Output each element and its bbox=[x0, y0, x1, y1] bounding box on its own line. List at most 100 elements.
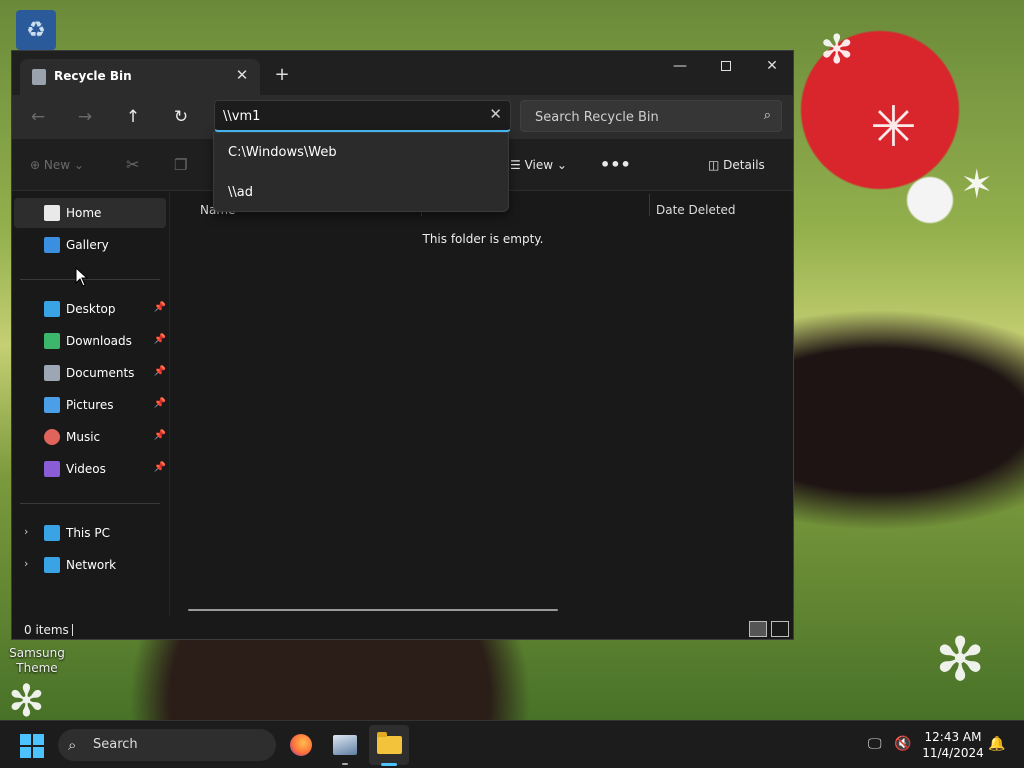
details-pane-button[interactable]: ◫ Details bbox=[708, 153, 765, 177]
notification-bell-icon[interactable]: 🔔 bbox=[988, 736, 1005, 752]
sidebar-item-label: Downloads bbox=[66, 334, 132, 348]
download-icon bbox=[44, 333, 60, 349]
snowflake-decoration: ✶ bbox=[960, 162, 994, 208]
tab-close-button[interactable]: ✕ bbox=[230, 63, 254, 87]
sidebar-item-label: Gallery bbox=[66, 238, 109, 252]
taskbar-search[interactable]: ⌕ Search bbox=[58, 729, 276, 761]
pictures-icon bbox=[44, 397, 60, 413]
desktop-recycle-bin[interactable]: ♻ bbox=[8, 10, 64, 50]
sidebar-item-downloads[interactable]: Downloads 📌 bbox=[14, 326, 166, 356]
column-separator[interactable] bbox=[649, 194, 650, 216]
address-bar[interactable]: ✕ bbox=[214, 100, 511, 132]
back-button[interactable]: ← bbox=[22, 103, 54, 131]
active-indicator bbox=[381, 763, 397, 766]
sidebar-divider bbox=[20, 279, 160, 280]
chevron-right-icon[interactable]: › bbox=[24, 525, 28, 538]
windows-logo-icon bbox=[33, 734, 44, 745]
see-more-button[interactable]: ••• bbox=[600, 153, 631, 177]
empty-folder-message: This folder is empty. bbox=[422, 232, 544, 246]
sidebar-divider bbox=[20, 503, 160, 504]
sidebar-item-label: Pictures bbox=[66, 398, 114, 412]
sidebar-item-music[interactable]: Music 📌 bbox=[14, 422, 166, 452]
sidebar-item-network[interactable]: › Network bbox=[14, 550, 166, 580]
new-button[interactable]: ⊕ New ⌄ bbox=[30, 153, 84, 177]
new-tab-button[interactable]: + bbox=[270, 63, 294, 87]
taskbar-photos[interactable] bbox=[325, 725, 365, 765]
navigation-pane: Home Gallery Desktop 📌 Downloads 📌 Docum… bbox=[12, 192, 172, 616]
column-header-date-deleted[interactable]: Date Deleted bbox=[656, 198, 736, 222]
pin-icon[interactable]: 📌 bbox=[154, 430, 166, 441]
network-icon bbox=[44, 557, 60, 573]
details-view-button[interactable] bbox=[749, 621, 767, 637]
view-lines-icon: ☰ bbox=[510, 158, 521, 172]
windows-logo-icon bbox=[33, 747, 44, 758]
title-bar: Recycle Bin ✕ + — ✕ bbox=[12, 51, 793, 95]
volume-muted-icon[interactable]: 🔇 bbox=[894, 736, 911, 752]
taskbar-firefox[interactable] bbox=[281, 725, 321, 765]
sidebar-item-home[interactable]: Home bbox=[14, 198, 166, 228]
recycle-bin-icon bbox=[32, 69, 46, 85]
network-icon[interactable]: 🖵 bbox=[868, 736, 882, 752]
tab-title: Recycle Bin bbox=[54, 69, 132, 83]
maximize-icon bbox=[721, 61, 731, 71]
pin-icon[interactable]: 📌 bbox=[154, 398, 166, 409]
home-icon bbox=[44, 205, 60, 221]
sidebar-item-this-pc[interactable]: › This PC bbox=[14, 518, 166, 548]
pin-icon[interactable]: 📌 bbox=[154, 462, 166, 473]
chevron-down-icon: ⌄ bbox=[556, 158, 567, 172]
close-window-button[interactable]: ✕ bbox=[749, 51, 793, 81]
taskbar-file-explorer[interactable] bbox=[369, 725, 409, 766]
sidebar-item-label: Videos bbox=[66, 462, 106, 476]
snowflake-decoration: ✻ bbox=[820, 27, 854, 73]
taskbar-search-label: Search bbox=[93, 737, 138, 752]
clock-date: 11/4/2024 bbox=[922, 746, 984, 760]
clear-address-button[interactable]: ✕ bbox=[489, 105, 502, 123]
taskbar: ⌕ Search 🖵 🔇 12:43 AM 11/4/2024 🔔 bbox=[0, 720, 1024, 768]
details-pane-icon: ◫ bbox=[708, 158, 720, 172]
pin-icon[interactable]: 📌 bbox=[154, 302, 166, 313]
desktop-theme-label[interactable]: Samsung Theme bbox=[4, 646, 70, 676]
sidebar-item-gallery[interactable]: Gallery bbox=[14, 230, 166, 260]
suggestion-item[interactable]: \\ad bbox=[214, 173, 508, 213]
photos-icon bbox=[333, 735, 357, 755]
suggestion-item[interactable]: C:\Windows\Web bbox=[214, 133, 508, 173]
sidebar-item-desktop[interactable]: Desktop 📌 bbox=[14, 294, 166, 324]
maximize-button[interactable] bbox=[703, 51, 749, 81]
sidebar-item-label: Desktop bbox=[66, 302, 116, 316]
pin-icon[interactable]: 📌 bbox=[154, 334, 166, 345]
recycle-bin-icon: ♻ bbox=[16, 10, 56, 50]
search-input[interactable] bbox=[535, 108, 735, 126]
sidebar-scrollbar[interactable] bbox=[169, 192, 170, 616]
forward-button[interactable]: → bbox=[69, 103, 101, 131]
snowflake-decoration: ✳ bbox=[870, 95, 917, 160]
search-box[interactable]: ⌕ bbox=[520, 100, 782, 132]
refresh-button[interactable]: ↻ bbox=[165, 103, 197, 131]
up-button[interactable]: ↑ bbox=[117, 103, 149, 131]
running-indicator bbox=[342, 763, 348, 765]
file-list: Name Date Deleted This folder is empty. bbox=[172, 192, 793, 616]
address-input[interactable] bbox=[223, 106, 473, 126]
sidebar-item-documents[interactable]: Documents 📌 bbox=[14, 358, 166, 388]
sidebar-item-label: Home bbox=[66, 206, 102, 220]
sidebar-item-pictures[interactable]: Pictures 📌 bbox=[14, 390, 166, 420]
this-pc-icon bbox=[44, 525, 60, 541]
snowflake-decoration: ✻ bbox=[935, 625, 986, 695]
start-button[interactable] bbox=[20, 734, 44, 758]
sidebar-item-label: Network bbox=[66, 558, 117, 572]
music-icon bbox=[44, 429, 60, 445]
clock[interactable]: 12:43 AM 11/4/2024 bbox=[918, 729, 988, 761]
tab-recycle-bin[interactable]: Recycle Bin ✕ bbox=[20, 59, 260, 95]
search-icon[interactable]: ⌕ bbox=[764, 108, 771, 123]
sidebar-item-videos[interactable]: Videos 📌 bbox=[14, 454, 166, 484]
view-button[interactable]: ☰ View ⌄ bbox=[510, 153, 567, 177]
copy-button[interactable]: ❐ bbox=[174, 153, 187, 177]
cut-button[interactable]: ✂ bbox=[126, 153, 139, 177]
sidebar-item-label: This PC bbox=[66, 526, 110, 540]
chevron-right-icon[interactable]: › bbox=[24, 557, 28, 570]
minimize-button[interactable]: — bbox=[657, 51, 703, 81]
pin-icon[interactable]: 📌 bbox=[154, 366, 166, 377]
plus-circle-icon: ⊕ bbox=[30, 158, 41, 172]
horizontal-scrollbar[interactable] bbox=[188, 609, 558, 611]
snowflake-decoration: ✻ bbox=[8, 676, 45, 727]
tiles-view-button[interactable] bbox=[771, 621, 789, 637]
